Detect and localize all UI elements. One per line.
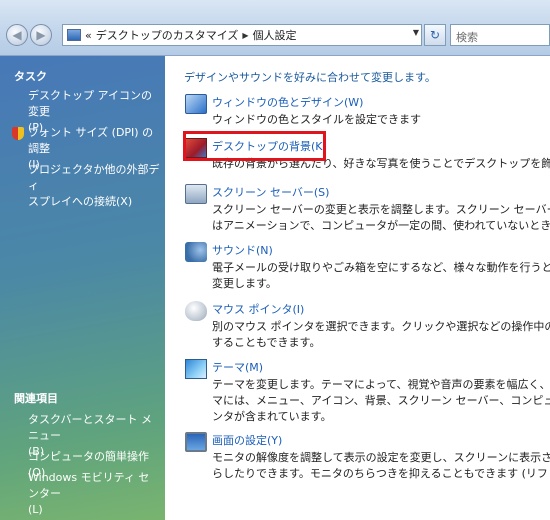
option-description: 電子メールの受け取りやごみ箱を空にするなど、様々な動作を行うときに再生 変更しま… bbox=[212, 261, 550, 290]
tasks-heading: タスク bbox=[14, 70, 47, 83]
forward-arrow-icon[interactable]: ▶ bbox=[30, 24, 52, 46]
breadcrumb-item-customize[interactable]: デスクトップのカスタマイズ bbox=[96, 27, 239, 43]
page-intro: デザインやサウンドを好みに合わせて変更します。 bbox=[184, 71, 436, 84]
task-sidebar: タスク デスクトップ アイコンの変更 (P) フォント サイズ (DPI) の調… bbox=[0, 56, 165, 520]
refresh-icon[interactable]: ↻ bbox=[424, 24, 446, 46]
sidebar-link-projector[interactable]: プロジェクタか他の外部ディ スプレイへの接続(X) bbox=[28, 162, 160, 210]
related-heading: 関連項目 bbox=[14, 392, 58, 405]
option-description: モニタの解像度を調整して表示の設定を変更し、スクリーンに表示される項目 らしたり… bbox=[212, 451, 550, 480]
option-description: 別のマウス ポインタを選択できます。クリックや選択などの操作中のマウス ポ する… bbox=[212, 320, 550, 349]
sidebar-link-mobility-center[interactable]: Windows モビリティ センター (L) bbox=[28, 470, 160, 518]
option-title-link[interactable]: マウス ポインタ(I) bbox=[212, 301, 304, 317]
display-settings-icon bbox=[185, 432, 207, 452]
window-color-icon bbox=[185, 94, 207, 114]
breadcrumb-separator-icon[interactable]: ▶ bbox=[242, 31, 248, 40]
uac-shield-icon bbox=[12, 127, 24, 140]
theme-icon bbox=[185, 359, 207, 379]
option-title-link[interactable]: サウンド(N) bbox=[212, 242, 273, 258]
mouse-pointer-icon bbox=[185, 301, 207, 321]
option-title-link[interactable]: 画面の設定(Y) bbox=[212, 432, 282, 448]
option-description: スクリーン セーバーの変更と表示を調整します。スクリーン セーバーとは、画 はア… bbox=[212, 203, 550, 232]
search-input[interactable]: 検索 bbox=[450, 24, 550, 46]
main-panel: デザインやサウンドを好みに合わせて変更します。 ウィンドウの色とデザイン(W) … bbox=[165, 56, 550, 520]
option-description: テーマを変更します。テーマによって、視覚や音声の要素を幅広く、一度に変 マには、… bbox=[212, 378, 550, 423]
screensaver-icon bbox=[185, 184, 207, 204]
breadcrumb-item-personalize[interactable]: 個人設定 bbox=[253, 27, 297, 43]
back-arrow-icon[interactable]: ◀ bbox=[6, 24, 28, 46]
address-bar[interactable]: « デスクトップのカスタマイズ ▶ 個人設定 ▼ bbox=[62, 24, 422, 46]
sound-icon bbox=[185, 242, 207, 262]
highlight-box bbox=[183, 131, 326, 161]
link-line: (L) bbox=[28, 503, 43, 516]
link-line: スプレイへの接続(X) bbox=[28, 195, 133, 208]
option-title-link[interactable]: ウィンドウの色とデザイン(W) bbox=[212, 94, 363, 110]
option-description: ウィンドウの色とスタイルを設定できます bbox=[212, 113, 421, 126]
link-line: プロジェクタか他の外部ディ bbox=[28, 163, 160, 192]
link-line: フォント サイズ (DPI) の調整 bbox=[28, 126, 154, 155]
option-title-link[interactable]: テーマ(M) bbox=[212, 359, 263, 375]
address-toolbar: ◀ ▶ « デスクトップのカスタマイズ ▶ 個人設定 ▼ ↻ 検索 bbox=[0, 0, 550, 56]
link-line: Windows モビリティ センター bbox=[28, 471, 150, 500]
link-line: タスクバーとスタート メニュー bbox=[28, 413, 152, 442]
breadcrumb-overflow[interactable]: « bbox=[85, 29, 92, 42]
link-line: デスクトップ アイコンの変更 bbox=[28, 89, 152, 118]
option-title-link[interactable]: スクリーン セーバー(S) bbox=[212, 184, 329, 200]
control-panel-icon bbox=[67, 29, 81, 41]
chevron-down-icon[interactable]: ▼ bbox=[413, 28, 419, 37]
